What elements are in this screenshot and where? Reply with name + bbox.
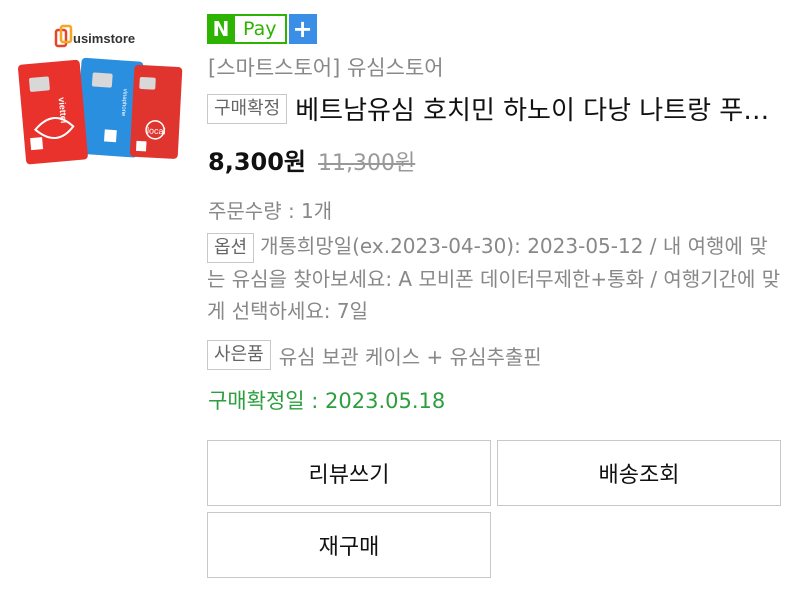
order-quantity: 주문수량 : 1개 <box>208 199 333 223</box>
product-title[interactable]: 베트남유심 호치민 하노이 다낭 나트랑 푸꾸옥 <box>295 90 782 127</box>
store-name[interactable]: [스마트스토어] 유심스토어 <box>208 52 444 82</box>
naver-n-icon: N <box>207 14 235 44</box>
logo-text: usimstore <box>73 31 135 46</box>
plus-icon: + <box>288 14 317 44</box>
option-text: 개통희망일(ex.2023-04-30): 2023-05-12 / 내 여행에… <box>207 234 781 323</box>
track-delivery-button[interactable]: 배송조회 <box>497 440 781 506</box>
sim-card-viettel <box>18 59 88 165</box>
gift-row: 사은품 유심 보관 케이스 + 유심추출핀 <box>207 340 542 370</box>
price-row: 8,300원 11,300원 <box>208 142 415 177</box>
card-brand-local: local <box>147 125 166 136</box>
status-tag: 구매확정 <box>207 93 288 124</box>
option-tag: 옵션 <box>207 232 255 263</box>
naver-pay-badge: N Pay + <box>207 14 317 44</box>
original-price: 11,300원 <box>318 151 416 176</box>
pay-label: Pay <box>235 14 287 44</box>
product-thumbnail[interactable]: usimstore vinaphone viettel local <box>14 18 184 168</box>
rebuy-button[interactable]: 재구매 <box>207 512 491 578</box>
order-option: 옵션 개통희망일(ex.2023-04-30): 2023-05-12 / 내 여… <box>207 230 782 327</box>
product-title-row[interactable]: 구매확정 베트남유심 호치민 하노이 다낭 나트랑 푸꾸옥 <box>207 90 782 127</box>
write-review-button[interactable]: 리뷰쓰기 <box>207 440 491 506</box>
sim-cards-image: usimstore vinaphone viettel local <box>18 24 183 165</box>
sale-price: 8,300원 <box>208 148 306 176</box>
purchase-confirm-date: 구매확정일 : 2023.05.18 <box>208 389 446 413</box>
gift-text: 유심 보관 케이스 + 유심추출핀 <box>278 344 542 369</box>
gift-tag: 사은품 <box>207 340 271 370</box>
